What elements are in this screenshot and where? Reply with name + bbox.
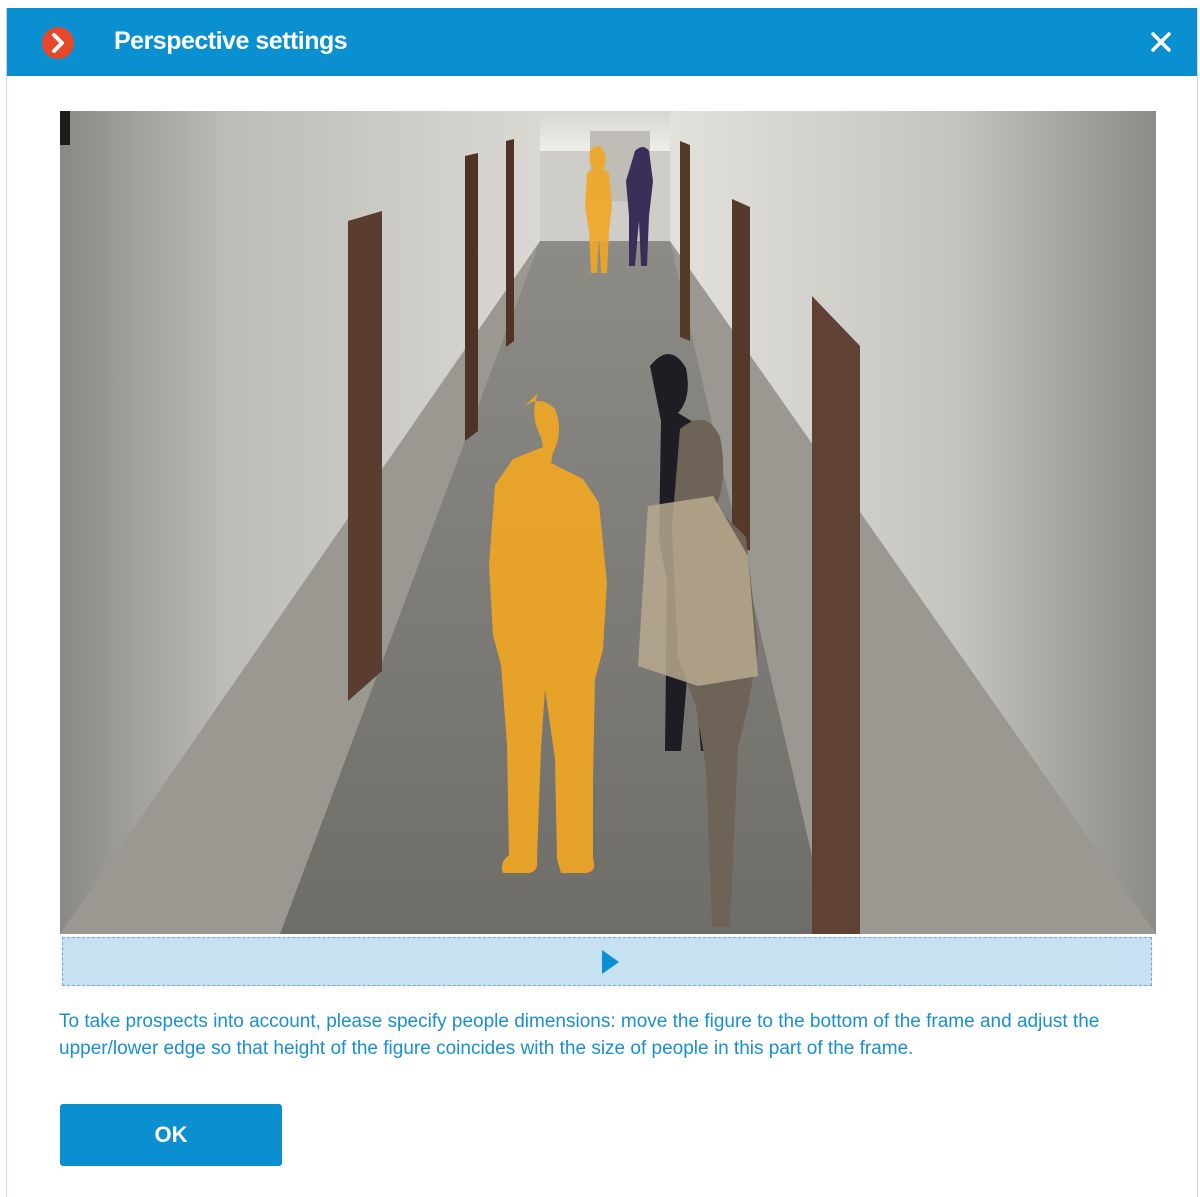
- perspective-settings-dialog: Perspective settings To take prospects i…: [6, 8, 1198, 1197]
- app-logo-icon: [42, 27, 74, 59]
- close-icon[interactable]: [1147, 28, 1175, 56]
- play-icon[interactable]: [600, 949, 620, 975]
- dialog-title: Perspective settings: [114, 27, 348, 55]
- video-play-bar[interactable]: [62, 937, 1152, 986]
- title-bar: Perspective settings: [7, 8, 1197, 76]
- video-frame: [60, 111, 1156, 934]
- corridor-scene: [60, 111, 1156, 934]
- instruction-text: To take prospects into account, please s…: [59, 1011, 1100, 1059]
- ok-button[interactable]: OK: [60, 1104, 282, 1166]
